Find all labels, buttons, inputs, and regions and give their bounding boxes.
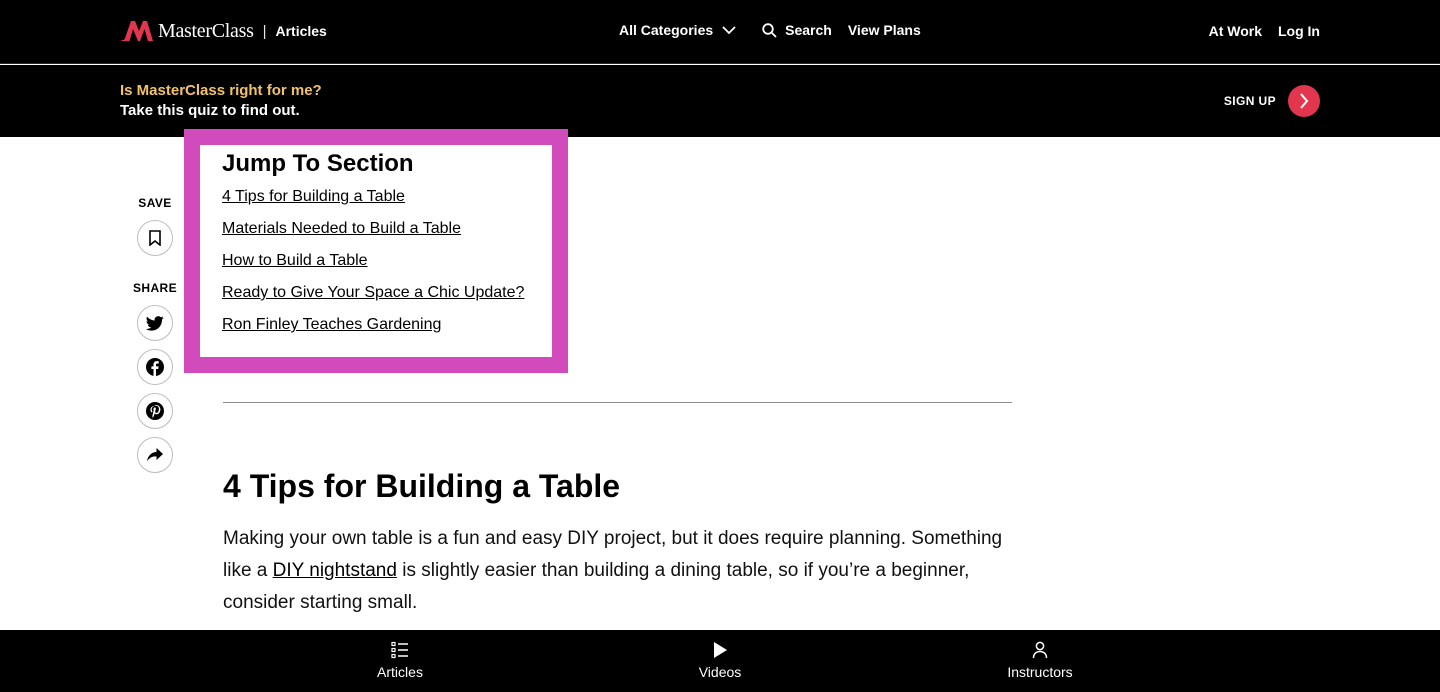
jump-link-update[interactable]: Ready to Give Your Space a Chic Update? (222, 284, 524, 301)
jump-list-item: Ready to Give Your Space a Chic Update? (222, 283, 530, 303)
bottom-tab-bar: Articles Videos Instructors (0, 630, 1440, 692)
jump-to-section-title: Jump To Section (222, 150, 414, 177)
search-icon (762, 22, 777, 38)
play-icon (714, 642, 727, 658)
quiz-promo-banner: Is MasterClass right for me? Take this q… (0, 65, 1440, 137)
section-divider (223, 402, 1012, 403)
tab-instructors-label: Instructors (1007, 664, 1073, 680)
sign-up-label: SIGN UP (1223, 94, 1276, 108)
pinterest-icon (146, 402, 164, 420)
article-paragraph: Making your own table is a fun and easy … (223, 523, 1012, 619)
chevron-down-icon (722, 25, 736, 34)
promo-question[interactable]: Is MasterClass right for me? (120, 82, 322, 99)
jump-list-item: Ron Finley Teaches Gardening (222, 315, 530, 335)
sign-up-arrow-button[interactable] (1288, 85, 1320, 117)
list-icon (391, 641, 408, 659)
twitter-icon (146, 315, 164, 331)
brand-separator: | (262, 22, 267, 40)
jump-to-section-box: Jump To Section 4 Tips for Building a Ta… (184, 129, 568, 373)
all-categories-dropdown[interactable]: All Categories (619, 22, 736, 38)
tab-videos-label: Videos (698, 664, 742, 680)
tab-articles[interactable]: Articles (340, 640, 460, 680)
facebook-icon (146, 358, 164, 376)
search-label: Search (785, 22, 832, 38)
bookmark-icon (149, 230, 161, 246)
brand-home-link[interactable]: MasterClass | Articles (120, 19, 327, 43)
save-bookmark-button[interactable] (137, 220, 173, 256)
section-heading: 4 Tips for Building a Table (223, 468, 621, 504)
share-arrow-icon (147, 448, 163, 462)
articles-section-link[interactable]: Articles (275, 23, 326, 39)
masterclass-logo-icon (120, 21, 153, 41)
at-work-link[interactable]: At Work (1209, 23, 1262, 39)
share-label: SHARE (133, 281, 178, 295)
tab-videos[interactable]: Videos (660, 640, 780, 680)
save-label: SAVE (138, 196, 172, 210)
jump-link-how-to[interactable]: How to Build a Table (222, 252, 368, 269)
diy-nightstand-link[interactable]: DIY nightstand (273, 560, 397, 581)
promo-subtitle[interactable]: Take this quiz to find out. (120, 102, 300, 119)
share-more-button[interactable] (137, 437, 173, 473)
top-nav: MasterClass | Articles All Categories Se… (0, 0, 1440, 64)
nav-right: At Work Log In (1209, 23, 1320, 39)
jump-link-tips[interactable]: 4 Tips for Building a Table (222, 188, 405, 205)
nav-center: All Categories Search View Plans (619, 22, 921, 38)
jump-list-item: Materials Needed to Build a Table (222, 219, 530, 239)
jump-list-item: How to Build a Table (222, 251, 530, 271)
person-icon (1032, 641, 1048, 659)
sign-up-button[interactable]: SIGN UP (1224, 85, 1320, 117)
view-plans-link[interactable]: View Plans (848, 22, 921, 38)
chevron-right-icon (1300, 93, 1309, 109)
share-rail: SAVE SHARE (133, 196, 177, 473)
tab-articles-label: Articles (377, 664, 423, 680)
jump-link-ron-finley[interactable]: Ron Finley Teaches Gardening (222, 316, 441, 333)
share-twitter-button[interactable] (137, 305, 173, 341)
log-in-link[interactable]: Log In (1278, 23, 1320, 39)
jump-to-section-list: 4 Tips for Building a Table Materials Ne… (222, 187, 530, 335)
jump-link-materials[interactable]: Materials Needed to Build a Table (222, 220, 461, 237)
search-button[interactable]: Search (762, 22, 832, 38)
share-pinterest-button[interactable] (137, 393, 173, 429)
brand-name: MasterClass (158, 19, 254, 42)
jump-list-item: 4 Tips for Building a Table (222, 187, 530, 207)
tab-instructors[interactable]: Instructors (980, 640, 1100, 680)
share-facebook-button[interactable] (137, 349, 173, 385)
all-categories-label: All Categories (619, 22, 714, 38)
